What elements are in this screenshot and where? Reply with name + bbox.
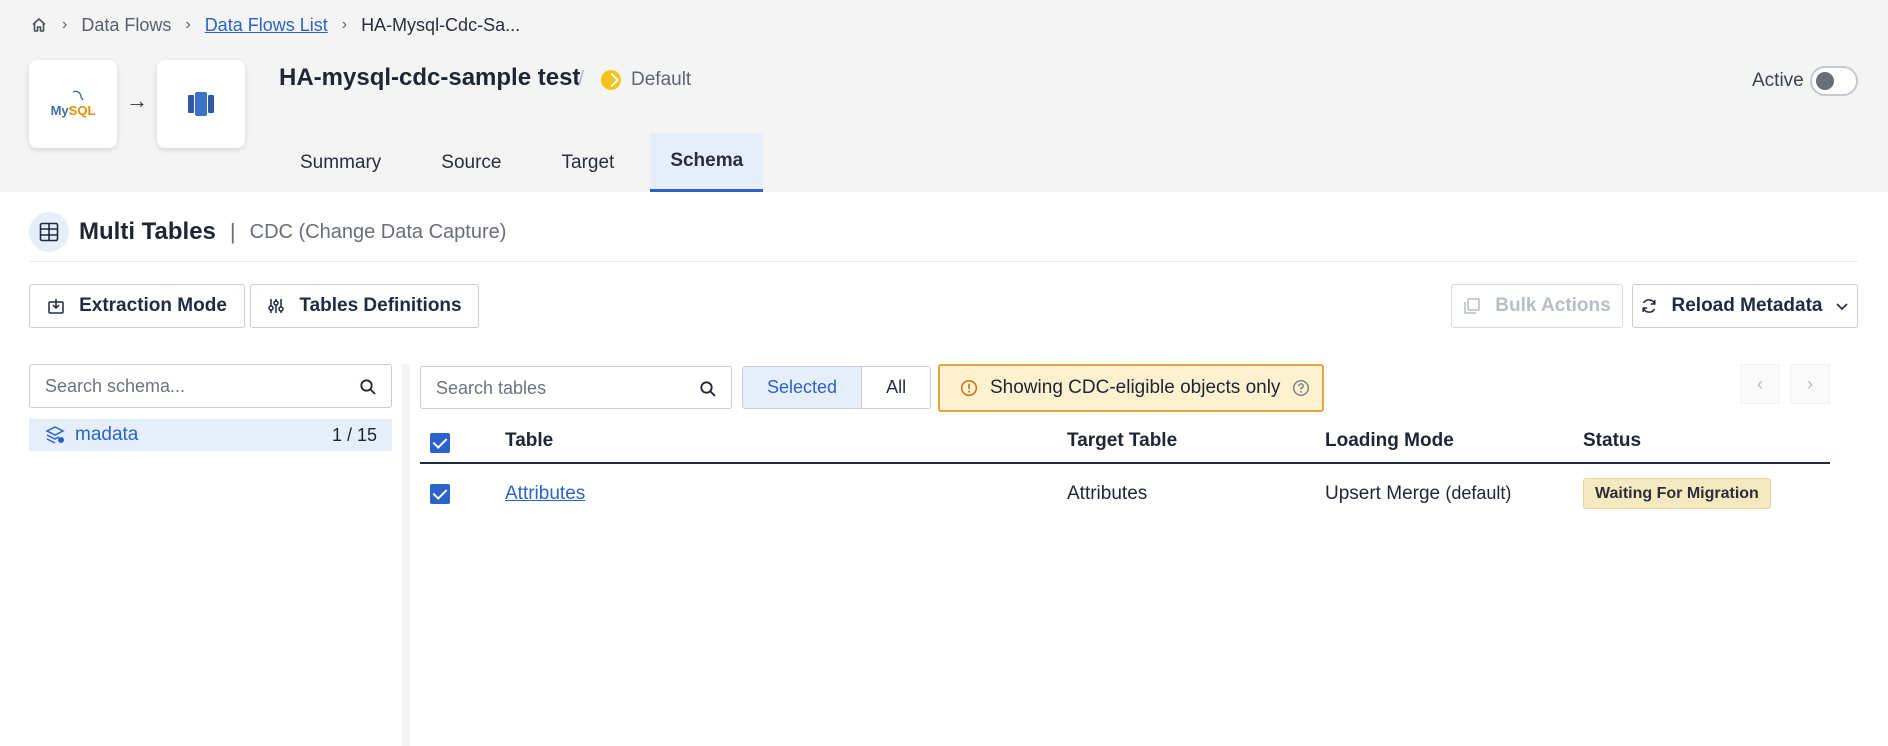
row-checkbox[interactable]: [430, 484, 450, 504]
table-search-box: [420, 366, 732, 409]
schema-item-madata[interactable]: madata 1 / 15: [29, 419, 392, 451]
tab-source[interactable]: Source: [417, 133, 525, 192]
schema-search-box: [29, 364, 392, 408]
extraction-mode-label: Extraction Mode: [79, 295, 227, 316]
redshift-icon: [188, 92, 214, 116]
column-header-table[interactable]: Table: [505, 430, 553, 452]
target-logo-card: [157, 60, 245, 148]
extraction-icon: [48, 299, 64, 314]
page-header: › Data Flows › Data Flows List › HA-Mysq…: [0, 0, 1888, 192]
table-row: Attributes Attributes Upsert Merge (defa…: [420, 470, 1830, 518]
sliders-icon: [268, 299, 285, 313]
loading-mode: Upsert Merge (default): [1325, 483, 1511, 505]
toggle-knob: [1816, 72, 1834, 90]
environment-icon: [601, 70, 621, 90]
bulk-actions-label: Bulk Actions: [1495, 295, 1611, 316]
select-all-checkbox[interactable]: [430, 433, 450, 453]
flow-arrow-icon: →: [126, 88, 148, 113]
breadcrumb-data-flows[interactable]: Data Flows: [81, 15, 171, 36]
search-icon[interactable]: [359, 378, 377, 401]
section-subtitle: CDC (Change Data Capture): [249, 220, 507, 243]
loading-mode-value: Upsert Merge: [1325, 483, 1441, 504]
source-logo-card: MySQL: [29, 60, 117, 148]
panel-splitter[interactable]: [402, 364, 410, 746]
table-search-input[interactable]: [436, 378, 726, 399]
extraction-mode-button[interactable]: Extraction Mode: [29, 284, 245, 328]
loading-mode-default: (default): [1445, 483, 1512, 503]
schema-search-input[interactable]: [45, 376, 335, 397]
tab-summary[interactable]: Summary: [276, 133, 405, 192]
cdc-notice: Showing CDC-eligible objects only: [938, 364, 1324, 412]
chevron-right-icon: ›: [185, 16, 191, 33]
mysql-logo-icon: MySQL: [51, 90, 96, 118]
filter-all-option[interactable]: All: [862, 367, 931, 408]
table-header: Table Target Table Loading Mode Status: [420, 424, 1830, 464]
environment-label: Default: [631, 69, 692, 90]
tables-definitions-button[interactable]: Tables Definitions: [250, 284, 479, 328]
bulk-actions-button[interactable]: Bulk Actions: [1451, 284, 1623, 328]
schema-name: madata: [75, 424, 139, 445]
home-icon[interactable]: [30, 16, 48, 34]
breadcrumb: › Data Flows › Data Flows List › HA-Mysq…: [30, 12, 520, 38]
chevron-left-icon: ‹: [1757, 373, 1763, 394]
multi-tables-icon: [29, 212, 69, 252]
active-toggle[interactable]: [1810, 66, 1858, 96]
next-page-button[interactable]: ›: [1790, 364, 1830, 404]
reload-metadata-button[interactable]: Reload Metadata: [1632, 284, 1858, 328]
breadcrumb-data-flows-list[interactable]: Data Flows List: [205, 15, 328, 36]
section-title: Multi Tables: [79, 218, 216, 245]
stack-icon: [1464, 298, 1481, 314]
help-icon[interactable]: [1292, 379, 1310, 397]
flow-title: HA-mysql-cdc-sample test: [279, 64, 581, 91]
previous-page-button[interactable]: ‹: [1740, 364, 1780, 404]
filter-selected-option[interactable]: Selected: [743, 367, 863, 408]
section-separator: |: [229, 219, 236, 244]
status-badge: Waiting For Migration: [1583, 478, 1771, 509]
target-table-name: Attributes: [1067, 483, 1148, 504]
tables-definitions-label: Tables Definitions: [299, 295, 462, 316]
column-header-status[interactable]: Status: [1583, 430, 1641, 452]
tab-target[interactable]: Target: [538, 133, 639, 192]
column-header-target-table[interactable]: Target Table: [1067, 430, 1177, 452]
warning-icon: [960, 379, 978, 397]
breadcrumb-current: HA-Mysql-Cdc-Sa...: [361, 14, 521, 35]
chevron-right-icon: ›: [62, 16, 68, 33]
notice-text: Showing CDC-eligible objects only: [990, 377, 1281, 398]
svg-text:MySQL: MySQL: [51, 103, 96, 118]
active-label: Active: [1752, 70, 1804, 91]
chevron-right-icon: ›: [341, 16, 348, 33]
title-separator: /: [578, 66, 585, 91]
chevron-right-icon: ›: [1807, 373, 1813, 394]
table-name-link[interactable]: Attributes: [505, 483, 585, 505]
reload-metadata-label: Reload Metadata: [1671, 295, 1823, 316]
table-filter-toggle: Selected All: [742, 366, 932, 409]
section-header: Multi Tables | CDC (Change Data Capture): [29, 212, 506, 252]
section-divider: [29, 261, 1858, 262]
column-header-loading-mode[interactable]: Loading Mode: [1325, 430, 1454, 452]
search-icon[interactable]: [699, 380, 717, 403]
chevron-down-icon: [1836, 303, 1849, 311]
tab-schema[interactable]: Schema: [650, 133, 764, 192]
schema-count: 1 / 15: [331, 424, 377, 445]
tab-bar: Summary Source Target Schema: [276, 133, 775, 192]
schema-icon: [45, 426, 65, 444]
environment-badge: Default: [601, 69, 691, 91]
refresh-icon: [1641, 299, 1656, 313]
